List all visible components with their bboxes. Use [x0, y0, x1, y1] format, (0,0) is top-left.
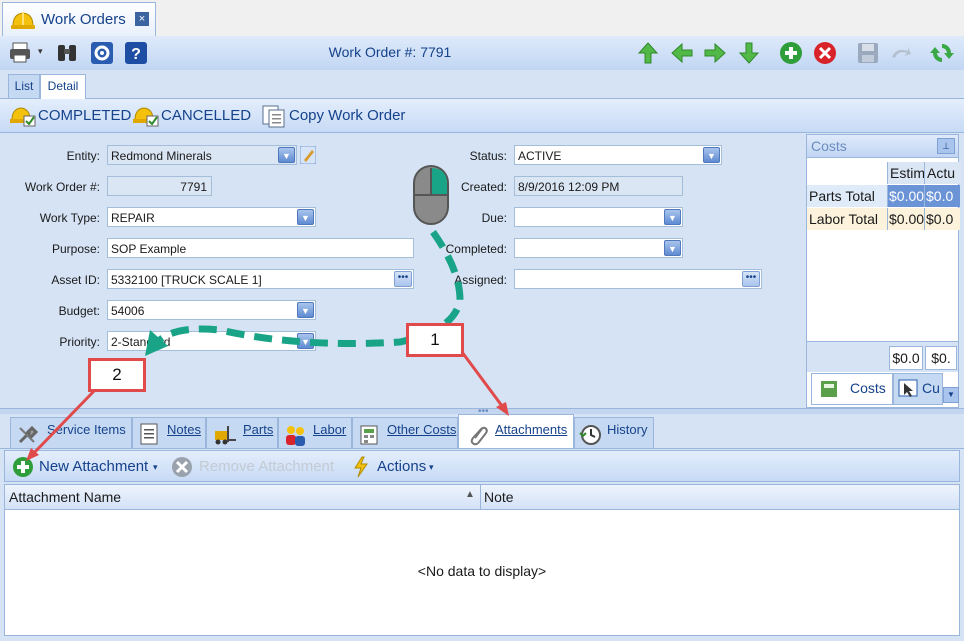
arrow-to-attachments-head	[496, 402, 509, 416]
arrow-to-attachments-annotation	[460, 351, 507, 411]
annotation-overlay	[26, 165, 509, 461]
callout-1: 1	[406, 323, 464, 357]
callout-2: 2	[88, 358, 146, 392]
arrow-to-new-attachment-annotation	[30, 388, 97, 457]
dashed-arrowhead-annotation	[145, 330, 168, 356]
mouse-annotation-icon	[413, 165, 449, 225]
